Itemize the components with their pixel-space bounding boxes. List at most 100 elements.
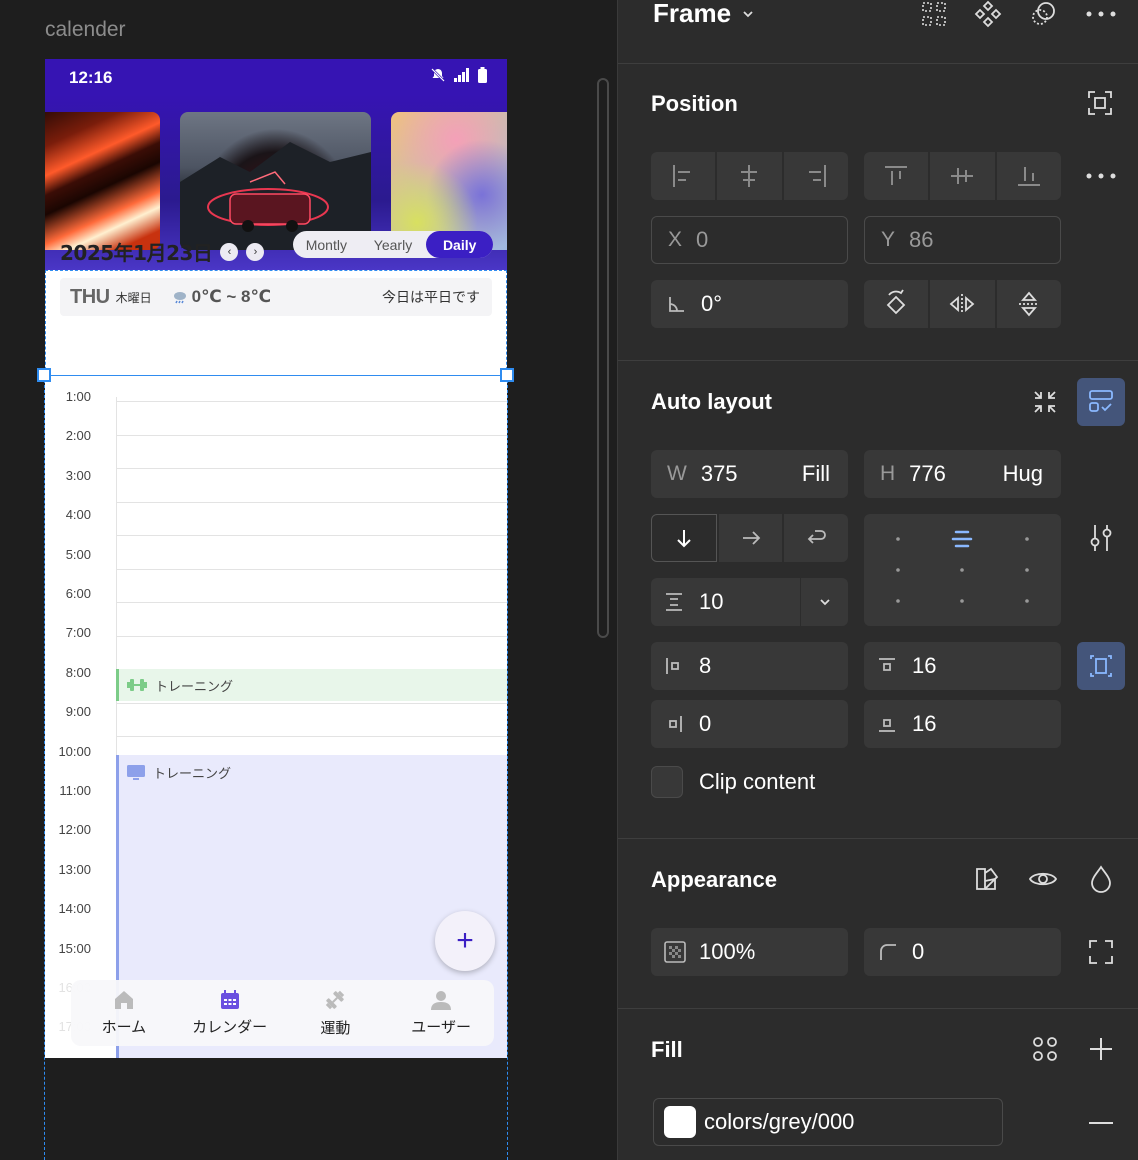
selection-box[interactable] (44, 375, 508, 1160)
padding-left-value: 8 (699, 653, 712, 678)
height-field[interactable]: H 776 Hug (864, 450, 1061, 498)
padding-bottom-field[interactable]: 16 (864, 700, 1061, 748)
more-align-options-icon[interactable] (1084, 162, 1118, 190)
status-icons (430, 67, 487, 83)
autolayout-suggest-button[interactable] (1077, 378, 1125, 426)
signal-icon (454, 68, 469, 82)
next-day-button[interactable]: › (246, 242, 265, 261)
align-top-button[interactable] (864, 152, 929, 200)
flip-horizontal-icon (950, 294, 975, 314)
more-options-icon[interactable] (1084, 0, 1118, 28)
status-bar: 12:16 (45, 59, 507, 95)
selection-top-edge (44, 375, 508, 376)
frame-name-label[interactable]: calender (45, 18, 126, 42)
y-label: Y (881, 228, 896, 251)
x-position-field[interactable]: X 0 (651, 216, 848, 264)
component-icon[interactable] (972, 0, 1004, 28)
clip-content-label[interactable]: Clip content (699, 769, 815, 795)
alignment-grid (896, 530, 1029, 603)
clip-content-checkbox[interactable] (651, 766, 683, 798)
flip-horizontal-button[interactable] (930, 280, 995, 328)
align-right-icon (808, 165, 826, 187)
hero-image-light-trails[interactable] (45, 112, 160, 250)
layout-settings-icon[interactable] (1085, 522, 1117, 554)
flip-vertical-icon (1018, 291, 1039, 317)
layout-direction-group (651, 514, 849, 562)
padding-right-value: 0 (699, 711, 712, 736)
flip-vertical-button[interactable] (996, 280, 1061, 328)
direction-wrap-button[interactable] (784, 514, 849, 562)
align-center-h-button[interactable] (717, 152, 782, 200)
collapse-autolayout-icon[interactable] (1028, 386, 1062, 418)
focus-frame-icon[interactable] (1085, 88, 1115, 118)
styles-grid-icon[interactable] (1028, 1032, 1062, 1066)
prev-day-button[interactable]: ‹ (220, 242, 239, 261)
width-field[interactable]: W 375 Fill (651, 450, 848, 498)
width-label: W (667, 462, 687, 485)
align-center-h-icon (741, 165, 758, 187)
width-mode[interactable]: Fill (802, 461, 830, 487)
gap-field[interactable]: 10 (651, 578, 848, 626)
tab-daily[interactable]: Daily (426, 231, 494, 258)
resize-handle-top-right[interactable] (500, 368, 514, 382)
rotate-90-button[interactable] (864, 280, 929, 328)
independent-padding-button[interactable] (1077, 642, 1125, 690)
battery-icon (478, 67, 487, 83)
angle-icon (669, 297, 684, 312)
y-value: 86 (909, 227, 934, 252)
padding-bottom-icon (879, 719, 895, 732)
hero-image-gradient[interactable] (391, 112, 507, 250)
padding-bottom-value: 16 (912, 711, 937, 736)
hero-image-van[interactable] (180, 112, 371, 250)
van-illustration (180, 142, 371, 250)
height-mode[interactable]: Hug (1003, 461, 1043, 487)
layout-check-icon (1089, 390, 1113, 412)
alignment-matrix[interactable] (864, 514, 1061, 626)
canvas-scrollbar[interactable] (597, 78, 609, 638)
padding-right-icon (669, 716, 682, 732)
remove-fill-icon[interactable] (1084, 1106, 1118, 1140)
date-header: 2025年1月23日 ‹ › (60, 237, 265, 266)
fill-color-swatch[interactable] (664, 1106, 696, 1138)
arrow-down-icon (677, 530, 691, 548)
align-right-button[interactable] (783, 152, 848, 200)
align-bottom-button[interactable] (996, 152, 1061, 200)
padding-right-field[interactable]: 0 (651, 700, 848, 748)
width-value: 375 (700, 461, 738, 486)
blend-mode-icon[interactable] (1084, 862, 1118, 896)
gap-dropdown[interactable] (800, 578, 848, 626)
tab-monthly[interactable]: Montly (293, 231, 360, 258)
align-left-button[interactable] (651, 152, 716, 200)
independent-corners-icon[interactable] (1085, 936, 1117, 968)
frame-type-label: Frame (653, 0, 732, 28)
eye-icon[interactable] (1026, 862, 1060, 896)
padding-top-field[interactable]: 16 (864, 642, 1061, 690)
grid-frame-icon[interactable] (918, 0, 950, 28)
align-middle-button[interactable] (930, 152, 995, 200)
padding-left-field[interactable]: 8 (651, 642, 848, 690)
opacity-field[interactable]: 100% (651, 928, 848, 976)
parent-frame-outline (45, 270, 507, 375)
design-canvas[interactable]: calender 12:16 2025年1月23日 ‹ › Montly Yea… (0, 0, 617, 1160)
rotation-field[interactable]: 0° (651, 280, 848, 328)
fill-section-title: Fill (651, 1037, 683, 1062)
fill-style-row[interactable]: colors/grey/000 (653, 1098, 1003, 1146)
section-divider (618, 63, 1138, 64)
mask-icon[interactable] (1028, 0, 1060, 28)
direction-vertical-button[interactable] (651, 514, 717, 562)
position-section-title: Position (651, 91, 738, 116)
align-middle-icon (951, 168, 974, 184)
arrow-right-icon (742, 531, 760, 545)
status-time: 12:16 (69, 68, 113, 87)
align-left-icon (673, 165, 691, 187)
frame-type-dropdown[interactable]: Frame (653, 0, 755, 29)
y-position-field[interactable]: Y 86 (864, 216, 1061, 264)
tab-yearly[interactable]: Yearly (360, 231, 427, 258)
corner-radius-field[interactable]: 0 (864, 928, 1061, 976)
direction-horizontal-button[interactable] (718, 514, 783, 562)
style-icon[interactable] (970, 862, 1004, 896)
add-fill-icon[interactable] (1084, 1032, 1118, 1066)
section-divider (618, 838, 1138, 839)
bell-off-icon (431, 68, 445, 82)
resize-handle-top-left[interactable] (37, 368, 51, 382)
